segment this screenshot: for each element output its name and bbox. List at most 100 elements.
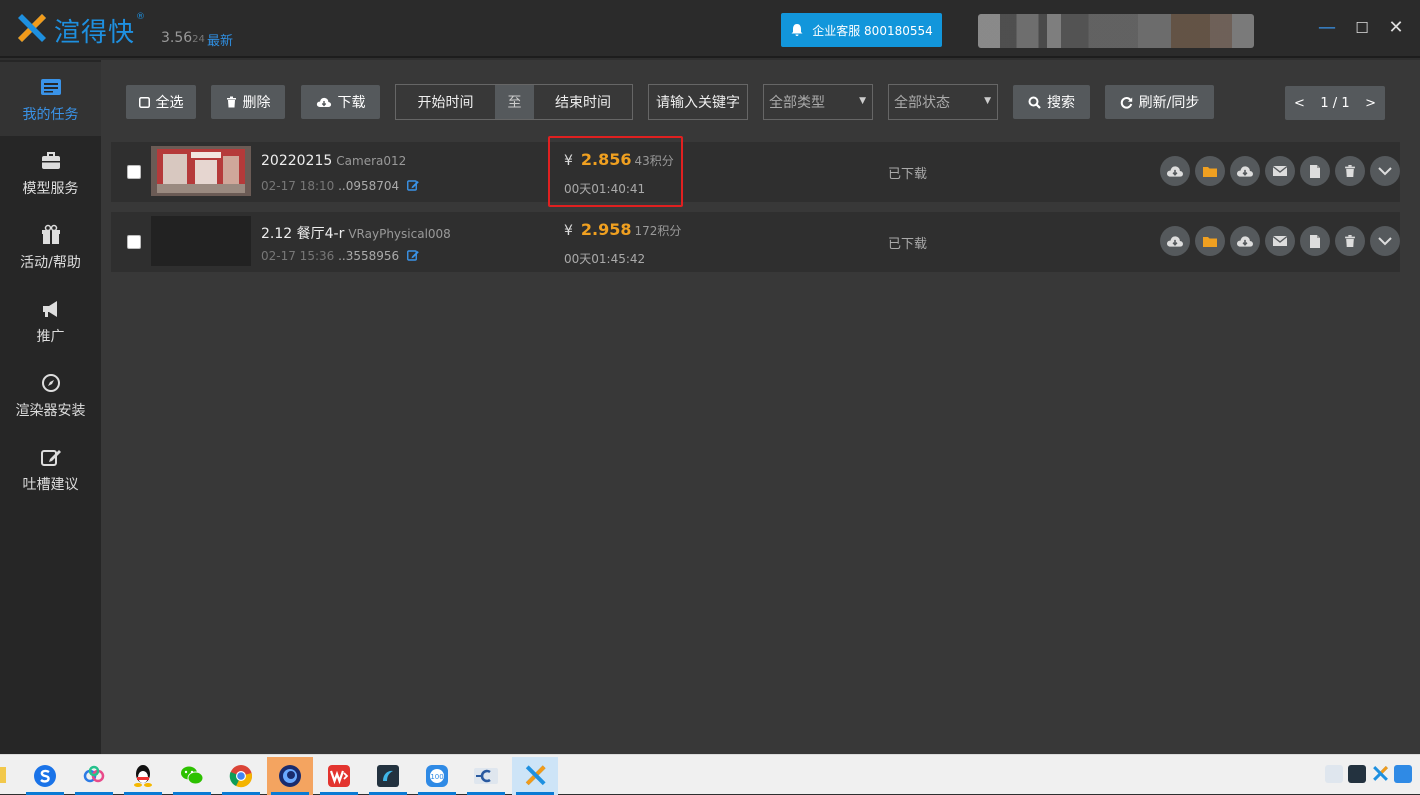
search-icon	[1028, 96, 1041, 109]
tray-renderbus-icon[interactable]	[1348, 765, 1366, 783]
trash-button[interactable]	[1335, 156, 1365, 186]
tray-360-icon[interactable]	[1394, 765, 1412, 783]
sidebar-item-label: 活动/帮助	[20, 255, 81, 271]
bell-icon	[791, 24, 803, 36]
minimize-button[interactable]: —	[1316, 18, 1338, 40]
folder-button[interactable]	[1195, 226, 1225, 256]
task-panel: 全选 删除 下载 开始时间 至 结束时间 请输入关键字 全部类型 ▼ 全部状态 ▼ …	[101, 60, 1420, 754]
sidebar: 我的任务 模型服务 活动/帮助 推广 渲染器安装 吐槽建议	[0, 60, 101, 754]
file-icon	[1309, 164, 1321, 179]
checkbox-icon	[138, 96, 150, 108]
type-select[interactable]: 全部类型 ▼	[763, 84, 873, 120]
download-button[interactable]: 下载	[301, 85, 380, 119]
chevron-down-button[interactable]	[1370, 156, 1400, 186]
search-button[interactable]: 搜索	[1013, 85, 1090, 119]
task-row[interactable]: 2.12 餐厅4-r VRayPhysical008 02-17 15:36 ..…	[111, 212, 1400, 272]
renderbus-icon[interactable]	[365, 757, 411, 795]
render-thumbnail[interactable]	[151, 146, 251, 196]
edit-icon[interactable]	[407, 249, 419, 261]
xuandekuai-icon[interactable]	[512, 757, 558, 795]
baidu-netdisk-icon[interactable]	[71, 757, 117, 795]
taskbar: 100	[0, 754, 1420, 795]
row-actions	[1160, 156, 1400, 186]
cloud-download-button[interactable]	[1160, 226, 1190, 256]
folder-icon	[1202, 165, 1218, 178]
sidebar-item-renderer-install[interactable]: 渲染器安装	[0, 358, 101, 432]
gift-icon	[41, 224, 60, 244]
qq-icon[interactable]	[120, 757, 166, 795]
user-account-area[interactable]	[978, 14, 1254, 48]
sogou-icon[interactable]	[22, 757, 68, 795]
trash-icon	[1344, 234, 1356, 248]
sidebar-item-activity-help[interactable]: 活动/帮助	[0, 210, 101, 284]
wechat-icon[interactable]	[169, 757, 215, 795]
sidebar-item-label: 吐槽建议	[22, 477, 79, 493]
status-select[interactable]: 全部状态 ▼	[888, 84, 998, 120]
sidebar-item-my-tasks[interactable]: 我的任务	[0, 62, 101, 136]
latest-version-link[interactable]: 最新	[207, 30, 233, 49]
trash-button[interactable]	[1335, 226, 1365, 256]
next-page-button[interactable]: >	[1365, 96, 1376, 111]
cloud-download-button[interactable]	[1230, 156, 1260, 186]
task-price: ¥2.958 172积分	[564, 220, 682, 239]
refresh-icon	[1120, 96, 1132, 109]
app-logo-icon	[18, 14, 46, 42]
folder-button[interactable]	[1195, 156, 1225, 186]
task-status: 已下载	[888, 237, 928, 252]
tray-xuandekuai-icon[interactable]	[1371, 765, 1389, 783]
envelope-icon	[1272, 165, 1288, 177]
maximize-button[interactable]: ☐	[1351, 18, 1373, 40]
cloud-download-button[interactable]	[1160, 156, 1190, 186]
task-status: 已下载	[888, 167, 928, 182]
sidebar-item-label: 模型服务	[22, 181, 79, 197]
task-duration: 00天01:40:41	[564, 182, 646, 196]
task-price: ¥2.856 43积分	[564, 150, 674, 169]
task-row[interactable]: 20220215 Camera012 02-17 18:10 ..0958704 …	[111, 142, 1400, 202]
end-time-field[interactable]: 结束时间	[534, 85, 632, 119]
close-button[interactable]: ✕	[1385, 18, 1407, 40]
cinema4d-icon[interactable]	[267, 757, 313, 795]
c-app-icon[interactable]	[463, 757, 509, 795]
task-meta: 02-17 15:36 ..3558956	[261, 249, 419, 263]
cloud-download-button[interactable]	[1230, 226, 1260, 256]
pagination: < 1 / 1 >	[1285, 86, 1385, 120]
title-bar: 渲得快® 3.5624 最新 企业客服 800180554 — ☐ ✕	[0, 0, 1420, 58]
date-range-separator: 至	[495, 85, 534, 119]
cloud-download-icon	[1166, 164, 1184, 178]
render-thumbnail[interactable]	[151, 216, 251, 266]
task-name: 2.12 餐厅4-r VRayPhysical008	[261, 226, 451, 242]
prev-page-button[interactable]: <	[1294, 96, 1305, 111]
page-indicator: 1 / 1	[1320, 95, 1350, 111]
edit-icon[interactable]	[407, 179, 419, 191]
compass-icon	[41, 374, 60, 392]
file-button[interactable]	[1300, 226, 1330, 256]
360-icon[interactable]: 100	[414, 757, 460, 795]
envelope-button[interactable]	[1265, 226, 1295, 256]
chevron-down-button[interactable]	[1370, 226, 1400, 256]
delete-button[interactable]: 删除	[211, 85, 285, 119]
start-time-field[interactable]: 开始时间	[396, 85, 495, 119]
envelope-button[interactable]	[1265, 156, 1295, 186]
envelope-icon	[1272, 235, 1288, 247]
folder-icon	[1202, 235, 1218, 248]
sidebar-item-promotion[interactable]: 推广	[0, 284, 101, 358]
row-checkbox[interactable]	[127, 235, 141, 249]
briefcase-icon	[41, 152, 60, 169]
start-edge-icon	[0, 767, 6, 783]
refresh-sync-button[interactable]: 刷新/同步	[1105, 85, 1214, 119]
keyword-input[interactable]: 请输入关键字	[648, 84, 748, 120]
select-all-button[interactable]: 全选	[126, 85, 196, 119]
sidebar-item-feedback[interactable]: 吐槽建议	[0, 432, 101, 506]
sidebar-item-model-service[interactable]: 模型服务	[0, 136, 101, 210]
enterprise-support-button[interactable]: 企业客服 800180554	[781, 13, 942, 47]
chrome-icon[interactable]	[218, 757, 264, 795]
app-name: 渲得快®	[54, 12, 147, 48]
cloud-download-icon	[1166, 234, 1184, 248]
tray-c-app-icon[interactable]	[1325, 765, 1343, 783]
wps-icon[interactable]	[316, 757, 362, 795]
cloud-download-icon	[1236, 234, 1254, 248]
file-button[interactable]	[1300, 156, 1330, 186]
row-checkbox[interactable]	[127, 165, 141, 179]
chevron-down-icon	[1377, 236, 1393, 246]
sidebar-item-label: 我的任务	[22, 107, 79, 123]
